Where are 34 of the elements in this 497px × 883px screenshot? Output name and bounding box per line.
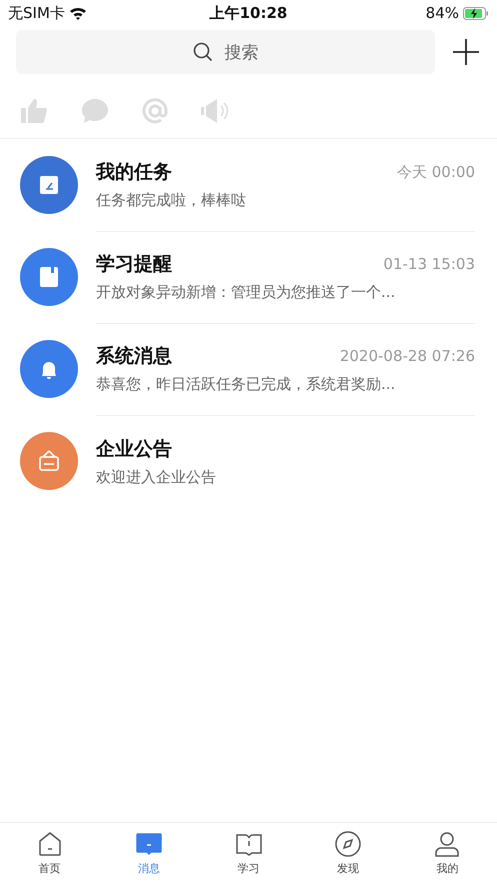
person-icon <box>433 830 462 858</box>
message-preview: 欢迎进入企业公告 <box>96 468 217 486</box>
tab-item[interactable]: 我的 <box>398 823 497 883</box>
note-icon <box>37 173 61 197</box>
signboard-icon <box>37 449 61 473</box>
tab-item[interactable]: 消息 <box>99 823 199 883</box>
search-field[interactable]: 搜索 <box>16 30 435 74</box>
wifi-icon <box>68 6 87 20</box>
message-title[interactable]: 系统消息 <box>96 343 172 369</box>
battery-percent: 84% <box>426 4 459 22</box>
add-button[interactable] <box>451 37 481 67</box>
message-time: 2020-08-28 07:26 <box>340 347 475 365</box>
message-title[interactable]: 企业公告 <box>96 436 172 462</box>
at-sign-icon[interactable] <box>140 96 170 126</box>
message-preview: 恭喜您，昨日活跃任务已完成，系统君奖励... <box>96 375 396 394</box>
clock-text: 上午10:28 <box>210 4 288 22</box>
message-title[interactable]: 学习提醒 <box>96 251 172 277</box>
search-icon <box>192 42 212 62</box>
message-preview: 任务都完成啦，棒棒哒 <box>96 191 247 210</box>
message-preview: 开放对象异动新增：管理员为您推送了一个... <box>96 283 396 302</box>
speaker-icon[interactable] <box>200 96 230 126</box>
battery-charging-icon <box>463 6 489 20</box>
message-title[interactable]: 我的任务 <box>96 159 172 185</box>
book-icon <box>37 265 61 289</box>
compass-icon <box>334 830 362 858</box>
message-time: 01-13 15:03 <box>383 255 475 273</box>
message-time: 今天 00:00 <box>397 162 475 182</box>
chat-bubble-icon[interactable] <box>80 96 110 126</box>
search-placeholder: 搜索 <box>224 42 258 64</box>
thumbs-up-icon[interactable] <box>20 96 50 126</box>
tab-item[interactable]: 首页 <box>0 823 100 883</box>
tab-item[interactable]: 发现 <box>298 823 398 883</box>
tab-item[interactable]: 学习 <box>198 823 298 883</box>
carrier-text: 无SIM卡 <box>8 4 65 22</box>
